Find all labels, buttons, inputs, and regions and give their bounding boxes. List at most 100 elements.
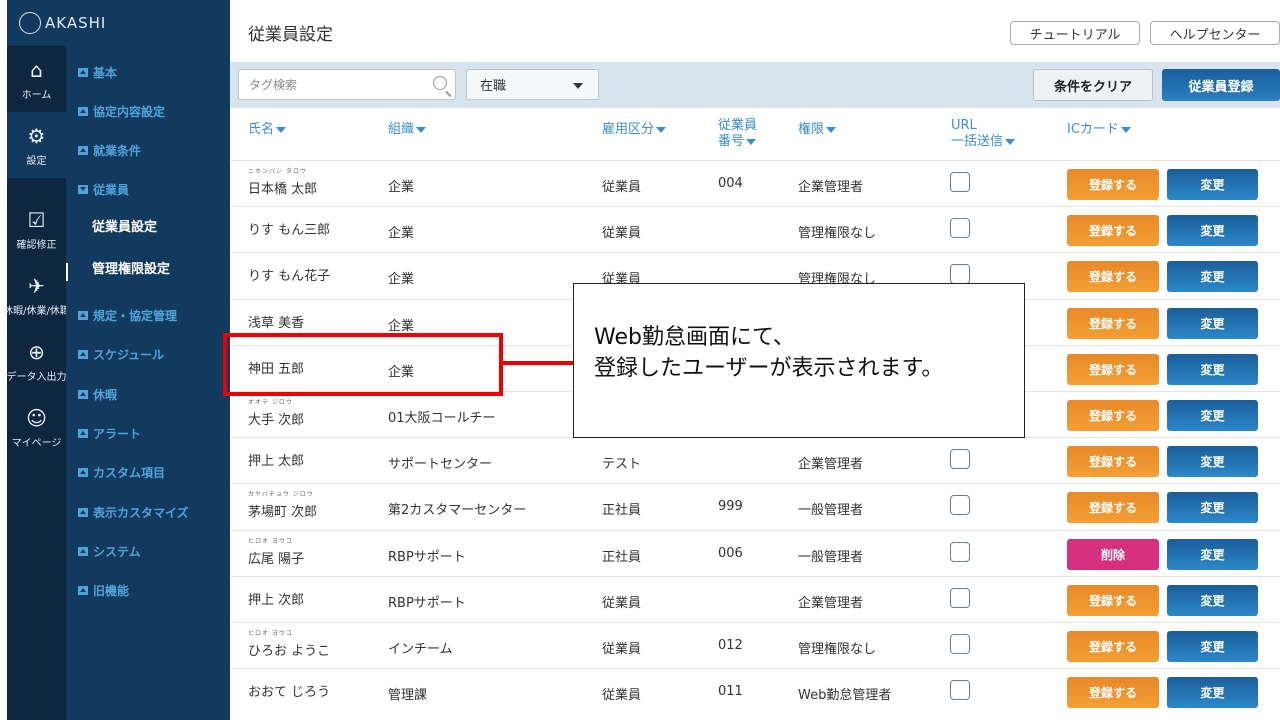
register-ic-button[interactable]: 登録する bbox=[1067, 492, 1159, 524]
callout-line-1: Web勤怠画面にて、 bbox=[594, 325, 795, 350]
change-ic-button[interactable]: 変更 bbox=[1167, 400, 1258, 431]
change-ic-button[interactable]: 変更 bbox=[1167, 631, 1258, 662]
sort-ic-card[interactable]: ICカード bbox=[1067, 122, 1131, 138]
table-row: カヤバチョウ ジロウ 茅場町 次郎 第2カスタマーセンター 正社員 999 一般… bbox=[230, 483, 1280, 529]
submenu-item[interactable]: 管理権限設定 bbox=[92, 258, 170, 277]
sort-url-send[interactable]: URL 一括送信 bbox=[951, 118, 1016, 150]
menu-item[interactable]: カスタム項目 bbox=[78, 464, 165, 481]
register-ic-button[interactable]: 登録する bbox=[1067, 584, 1159, 616]
menu-item[interactable]: システム bbox=[78, 543, 141, 560]
rail-item-1[interactable]: ⚙ 設定 bbox=[7, 112, 66, 178]
employee-name[interactable]: 広尾 陽子 bbox=[248, 548, 304, 567]
employee-name[interactable]: りす もん花子 bbox=[248, 265, 330, 284]
logo-text: AKASHI bbox=[45, 14, 107, 32]
url-send-checkbox[interactable] bbox=[950, 172, 970, 192]
sort-type[interactable]: 雇用区分 bbox=[602, 122, 667, 138]
url-send-checkbox[interactable] bbox=[950, 218, 970, 239]
url-send-checkbox[interactable] bbox=[950, 449, 970, 470]
rail-label: 確認修正 bbox=[16, 239, 57, 251]
change-ic-button[interactable]: 変更 bbox=[1167, 584, 1258, 616]
menu-item[interactable]: 表示カスタマイズ bbox=[78, 504, 189, 521]
employee-name[interactable]: りす もん三郎 bbox=[248, 219, 330, 238]
register-ic-button[interactable]: 登録する bbox=[1067, 446, 1159, 478]
change-ic-button[interactable]: 変更 bbox=[1167, 215, 1258, 247]
submenu-item[interactable]: 従業員設定 bbox=[92, 216, 157, 235]
change-ic-button[interactable]: 変更 bbox=[1167, 261, 1258, 293]
org: 企業 bbox=[388, 226, 415, 242]
change-ic-button[interactable]: 変更 bbox=[1167, 169, 1258, 200]
highlight-box bbox=[223, 333, 503, 396]
rail-item-5[interactable]: ☺ マイページ bbox=[7, 394, 66, 460]
org: サポートセンター bbox=[388, 457, 493, 473]
rail-item-4[interactable]: ⊕ データ入出力 bbox=[7, 328, 67, 394]
register-ic-button[interactable]: 登録する bbox=[1067, 353, 1159, 385]
change-ic-button[interactable]: 変更 bbox=[1167, 446, 1258, 478]
sort-org[interactable]: 組織 bbox=[388, 122, 427, 138]
change-ic-button[interactable]: 変更 bbox=[1167, 677, 1258, 709]
sort-number[interactable]: 従業員 番号 bbox=[718, 118, 757, 150]
url-send-checkbox[interactable] bbox=[950, 264, 970, 285]
url-send-checkbox[interactable] bbox=[950, 541, 970, 562]
employee-name[interactable]: 茅場町 次郎 bbox=[248, 501, 317, 520]
url-send-checkbox[interactable] bbox=[950, 495, 970, 516]
menu-item[interactable]: アラート bbox=[78, 425, 141, 442]
status-value: 在職 bbox=[480, 79, 507, 94]
change-ic-button[interactable]: 変更 bbox=[1167, 492, 1258, 524]
employee-name[interactable]: 押上 太郎 bbox=[248, 450, 304, 469]
search-placeholder: タグ検索 bbox=[249, 78, 298, 92]
callout-annotation: Web勤怠画面にて、 登録したユーザーが表示されます。 bbox=[573, 283, 1025, 438]
permission: 一般管理者 bbox=[798, 549, 864, 565]
rail-item-0[interactable]: ⌂ ホーム bbox=[7, 46, 66, 112]
register-ic-button[interactable]: 登録する bbox=[1067, 215, 1159, 247]
employee-name[interactable]: 大手 次郎 bbox=[248, 409, 304, 428]
rail-item-2[interactable]: ☑ 確認修正 bbox=[7, 196, 66, 262]
logo[interactable]: AKASHI bbox=[7, 0, 230, 46]
menu-item[interactable]: 協定内容設定 bbox=[78, 103, 165, 120]
menu-item[interactable]: 旧機能 bbox=[78, 582, 129, 599]
url-send-checkbox[interactable] bbox=[950, 587, 970, 608]
menu-item[interactable]: 従業員 bbox=[78, 181, 129, 198]
change-ic-button[interactable]: 変更 bbox=[1167, 538, 1258, 570]
employee-name[interactable]: 日本橋 太郎 bbox=[248, 178, 317, 197]
table-row: ヒロオ ヨウコ 広尾 陽子 RBPサポート 正社員 006 一般管理者 削除 変… bbox=[230, 529, 1280, 576]
register-employee-button[interactable]: 従業員登録 bbox=[1162, 69, 1280, 101]
sort-down-icon bbox=[416, 126, 427, 133]
register-ic-button[interactable]: 登録する bbox=[1067, 307, 1159, 339]
tag-search-input[interactable]: タグ検索 bbox=[238, 69, 456, 100]
menu-item[interactable]: 基本 bbox=[78, 64, 117, 81]
employee-name[interactable]: おおて じろう bbox=[248, 681, 330, 700]
clear-conditions-button[interactable]: 条件をクリア bbox=[1033, 69, 1153, 101]
register-ic-button[interactable]: 登録する bbox=[1067, 169, 1159, 200]
change-ic-button[interactable]: 変更 bbox=[1167, 353, 1258, 385]
status-select[interactable]: 在職 bbox=[466, 69, 599, 100]
menu-item[interactable]: 休暇 bbox=[78, 386, 117, 403]
sort-permission[interactable]: 権限 bbox=[798, 122, 837, 138]
sort-name[interactable]: 氏名 bbox=[248, 122, 287, 138]
menu-item[interactable]: スケジュール bbox=[78, 346, 164, 363]
permission: 企業管理者 bbox=[798, 457, 864, 473]
change-ic-button[interactable]: 変更 bbox=[1167, 307, 1258, 339]
name-ruby: ニホンバシ タロウ bbox=[248, 168, 307, 175]
rail-label: 設定 bbox=[26, 155, 47, 167]
help-center-button[interactable]: ヘルプセンター bbox=[1150, 21, 1280, 45]
register-ic-button[interactable]: 登録する bbox=[1067, 261, 1159, 293]
name-ruby: カヤバチョウ ジロウ bbox=[248, 491, 314, 499]
delete-ic-button[interactable]: 削除 bbox=[1067, 538, 1159, 570]
tutorial-button[interactable]: チュートリアル bbox=[1010, 21, 1140, 45]
employee-name[interactable]: 押上 次郎 bbox=[248, 589, 304, 608]
url-send-checkbox[interactable] bbox=[950, 634, 970, 654]
employee-number: 999 bbox=[718, 499, 743, 515]
table-row: 押上 太郎 サポートセンター テスト 企業管理者 登録する 変更 bbox=[230, 437, 1280, 483]
register-ic-button[interactable]: 登録する bbox=[1067, 677, 1159, 709]
employee-name[interactable]: ひろお ようこ bbox=[248, 640, 330, 659]
employee-name[interactable]: 浅草 美香 bbox=[248, 312, 304, 331]
permission: 一般管理者 bbox=[798, 503, 864, 519]
menu-item[interactable]: 就業条件 bbox=[78, 142, 141, 159]
menu-item[interactable]: 規定・協定管理 bbox=[78, 307, 177, 324]
rail-item-3[interactable]: ✈ 休暇/休業/休職 bbox=[3, 262, 70, 328]
register-ic-button[interactable]: 登録する bbox=[1067, 400, 1159, 431]
register-ic-button[interactable]: 登録する bbox=[1067, 631, 1159, 662]
permission: 企業管理者 bbox=[798, 595, 864, 611]
url-send-checkbox[interactable] bbox=[950, 680, 970, 701]
clipboard-check-icon: ☑ bbox=[27, 207, 46, 232]
